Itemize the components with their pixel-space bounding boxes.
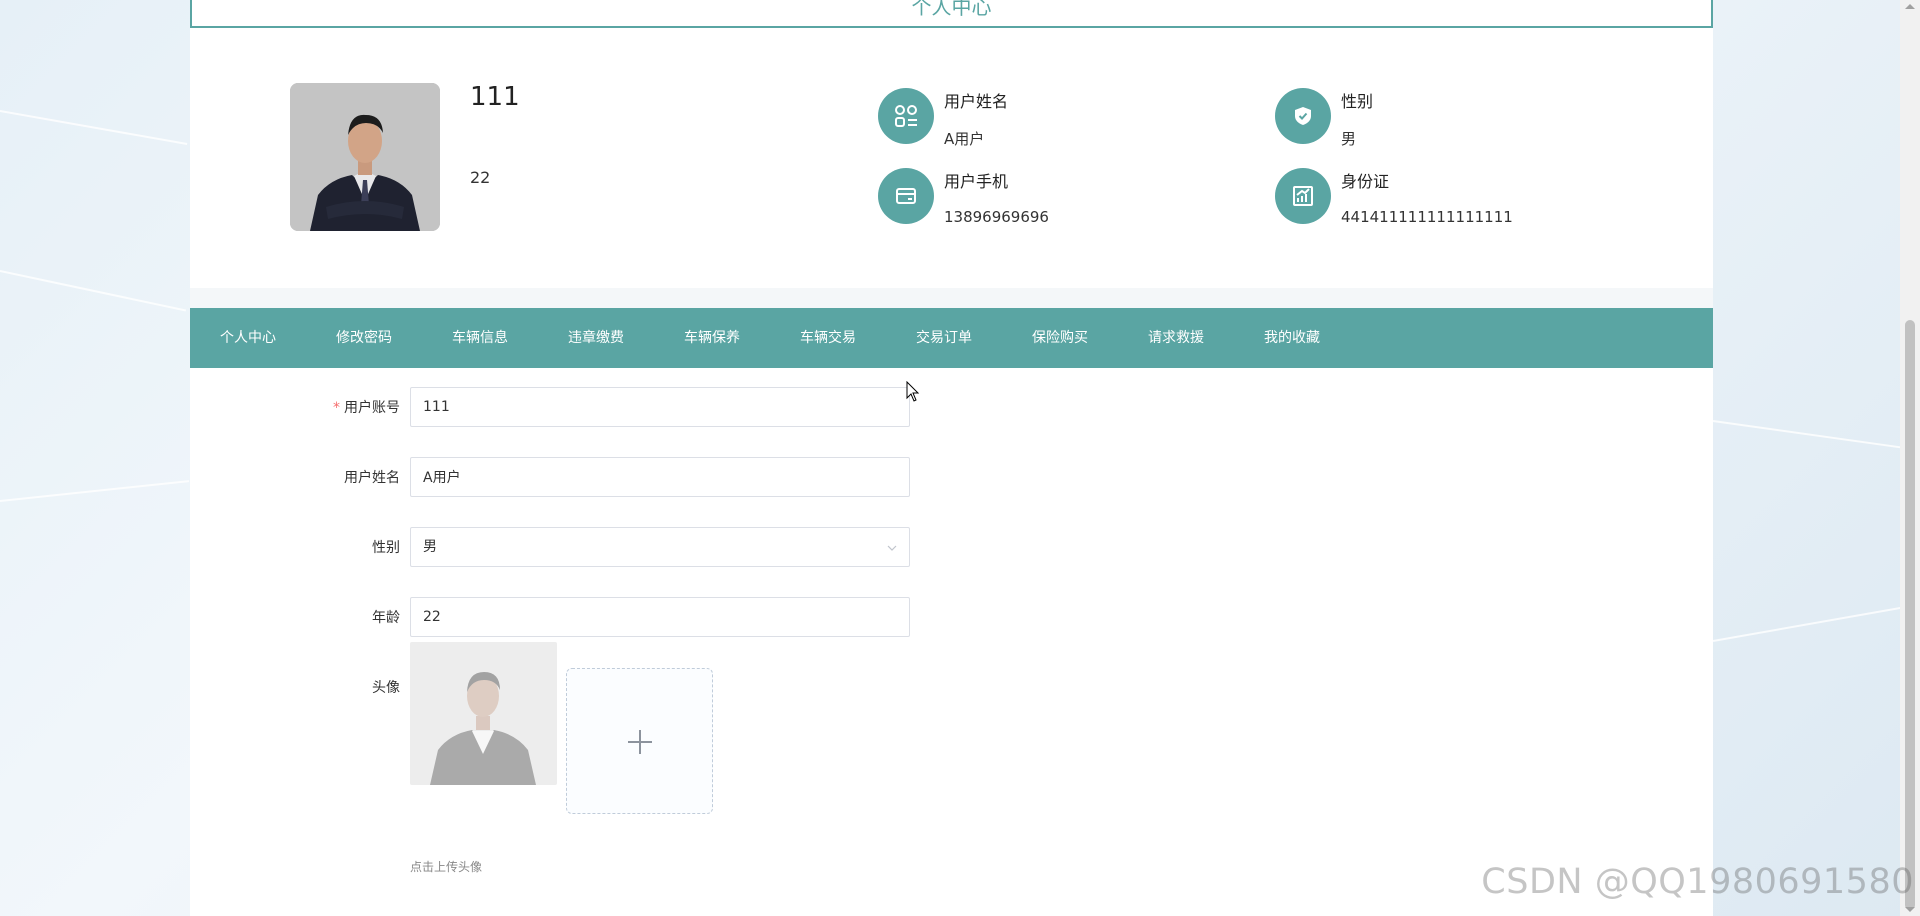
info-label: 用户手机 [944,172,1009,191]
info-value: 13896969696 [944,208,1049,226]
nav-item-vehicle-maintenance[interactable]: 车辆保养 [684,308,740,368]
info-value: 441411111111111111 [1341,208,1513,226]
gender-label: 性别 [372,540,400,556]
page-title: 个人中心 [911,0,992,19]
background-streak [1712,420,1902,449]
required-mark: * [333,400,340,416]
gender-select-value: 男 [423,539,437,555]
account-label-text: 用户账号 [344,400,400,416]
info-gender: 性别 男 [1275,84,1635,148]
name-label: 用户姓名 [344,470,400,486]
form-row-name: 用户姓名 [190,457,1190,499]
info-phone: 用户手机 13896969696 [878,164,1238,226]
background-streak [0,110,188,145]
age-label: 年龄 [372,610,400,626]
chevron-down-icon [887,545,897,551]
nav-item-violation-payment[interactable]: 违章缴费 [568,308,624,368]
upload-tip: 点击上传头像 [410,860,483,874]
info-id-card: 身份证 441411111111111111 [1275,164,1635,226]
grid-list-icon [878,88,934,144]
page-container: 个人中心 111 22 用户姓名 A用户 性别 男 用户手机 138969696… [190,0,1713,916]
scrollbar-thumb[interactable] [1905,320,1915,910]
scroll-down-arrow-icon[interactable] [1905,907,1915,912]
avatar-upload-button[interactable] [566,668,713,814]
nav-item-rescue-request[interactable]: 请求救援 [1148,308,1204,368]
page-scrollbar[interactable] [1900,0,1920,916]
form-row-account: * 用户账号 [190,387,1190,429]
nav-item-vehicle-info[interactable]: 车辆信息 [452,308,508,368]
avatar-preview [410,642,557,785]
account-input[interactable] [410,387,910,427]
section-divider [190,288,1713,308]
nav-item-trade-orders[interactable]: 交易订单 [916,308,972,368]
nav-item-insurance[interactable]: 保险购买 [1032,308,1088,368]
scroll-up-arrow-icon[interactable] [1905,4,1915,9]
form-row-gender: 性别 男 [190,527,1190,569]
info-user-name: 用户姓名 A用户 [878,84,1238,148]
background-streak [0,270,187,312]
nav-item-change-password[interactable]: 修改密码 [336,308,392,368]
info-label: 性别 [1341,92,1374,111]
info-value: A用户 [944,130,985,148]
nav-item-vehicle-trade[interactable]: 车辆交易 [800,308,856,368]
account-label: * 用户账号 [190,387,400,429]
gender-select[interactable]: 男 [410,527,910,567]
background-streak [0,480,190,502]
avatar [290,83,440,231]
background-streak [1712,607,1901,642]
info-label: 身份证 [1341,172,1390,191]
watermark: CSDN @QQ1980691580 [1481,862,1914,902]
form-row-age: 年龄 [190,597,1190,639]
info-label: 用户姓名 [944,92,1009,111]
info-value: 男 [1341,130,1357,148]
age-input[interactable] [410,597,910,637]
profile-age: 22 [470,168,491,187]
page-title-box: 个人中心 [190,0,1713,28]
chart-icon [1275,168,1331,224]
user-nav-bar: 个人中心 修改密码 车辆信息 违章缴费 车辆保养 车辆交易 交易订单 保险购买 … [190,308,1713,368]
plus-icon-vertical [639,730,641,754]
shield-check-icon [1275,88,1331,144]
nav-item-favorites[interactable]: 我的收藏 [1264,308,1320,368]
profile-name: 111 [470,82,520,112]
name-input[interactable] [410,457,910,497]
mouse-cursor-icon [906,381,920,402]
nav-item-profile[interactable]: 个人中心 [220,308,276,368]
avatar-label: 头像 [372,680,400,696]
card-icon [878,168,934,224]
